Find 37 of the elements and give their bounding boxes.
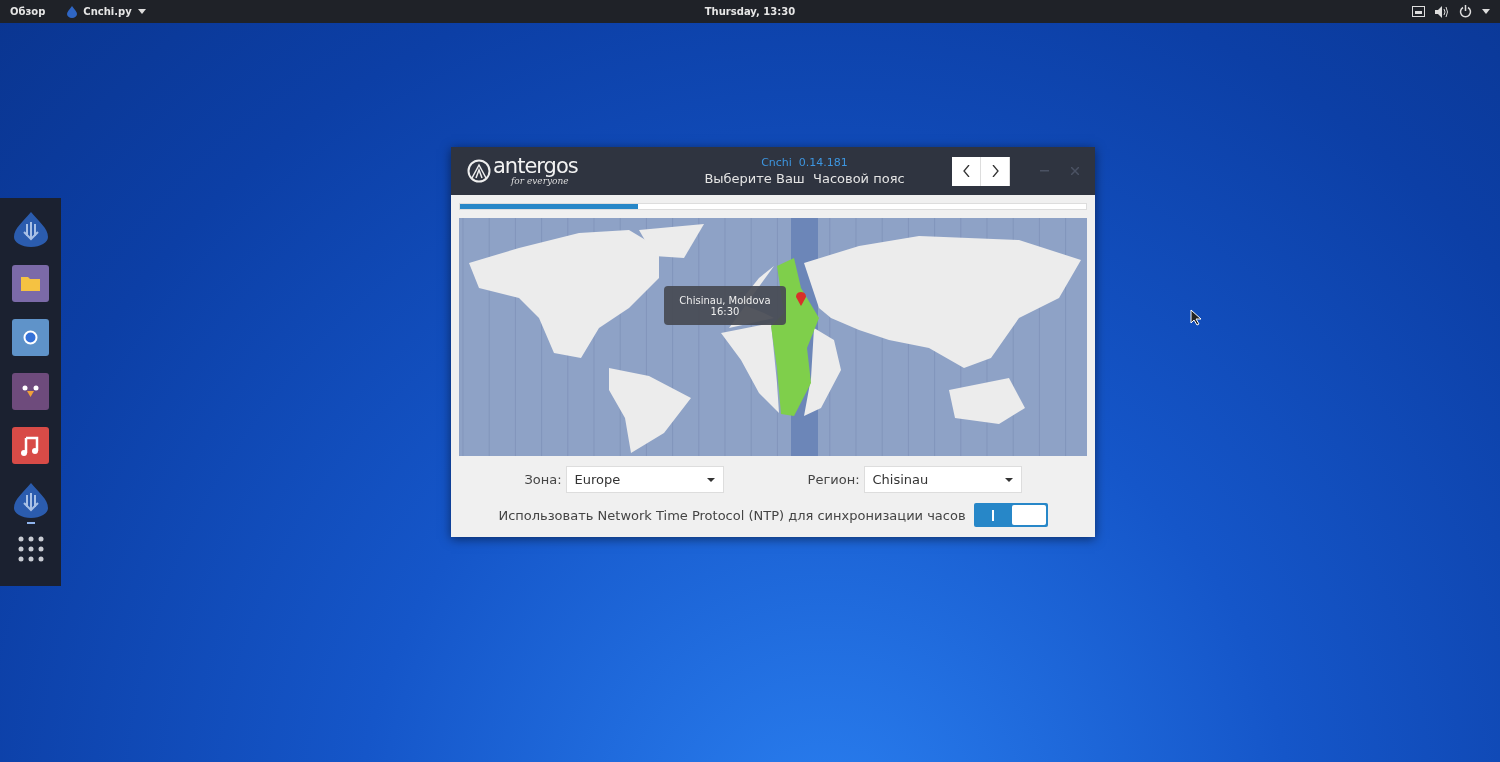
zone-dropdown[interactable]: Europe bbox=[565, 466, 724, 493]
browser-icon[interactable] bbox=[12, 319, 49, 356]
caret-icon[interactable] bbox=[1482, 9, 1490, 14]
app-version: Cnchi 0.14.181 bbox=[761, 156, 848, 169]
back-button[interactable] bbox=[952, 156, 981, 186]
clock[interactable]: Thursday, 13:30 bbox=[704, 6, 796, 17]
zone-label: Зона: bbox=[524, 472, 562, 487]
caret-icon bbox=[137, 9, 146, 14]
tooltip-time: 16:30 bbox=[710, 305, 740, 317]
activities-button[interactable]: Обзор bbox=[10, 6, 46, 17]
window-title: Выберите Ваш Часовой пояс bbox=[704, 171, 905, 186]
drop-icon bbox=[67, 5, 78, 18]
logo-name: antergos bbox=[493, 156, 578, 177]
app-menu[interactable]: Cnchi.py bbox=[67, 5, 146, 18]
forward-button[interactable] bbox=[981, 156, 1010, 186]
mouse-cursor-icon bbox=[1190, 309, 1202, 326]
region-dropdown[interactable]: Chisinau bbox=[863, 466, 1022, 493]
logo-tagline: for everyone bbox=[510, 177, 569, 186]
folder-icon[interactable] bbox=[12, 265, 49, 302]
drop-icon[interactable] bbox=[11, 481, 50, 519]
tooltip-place: Chisinau, Moldova bbox=[679, 294, 771, 306]
volume-icon[interactable] bbox=[1435, 5, 1449, 18]
region-label: Регион: bbox=[807, 472, 860, 487]
logo-icon bbox=[467, 159, 491, 183]
drop-icon[interactable] bbox=[11, 210, 50, 248]
chevron-left-icon bbox=[962, 165, 970, 177]
chevron-right-icon bbox=[991, 165, 999, 177]
ntp-switch[interactable] bbox=[973, 503, 1048, 527]
world-map-drawing[interactable] bbox=[459, 218, 1087, 456]
caret-icon bbox=[706, 477, 715, 482]
music-icon[interactable] bbox=[12, 427, 49, 464]
bird-icon[interactable] bbox=[12, 373, 49, 410]
network-icon[interactable] bbox=[1412, 6, 1425, 17]
power-icon[interactable] bbox=[1459, 5, 1472, 18]
caret-icon bbox=[1004, 477, 1013, 482]
app-grid-icon[interactable] bbox=[17, 536, 44, 562]
ntp-label: Использовать Network Time Protocol (NTP) для синхронизации часов bbox=[498, 507, 966, 523]
